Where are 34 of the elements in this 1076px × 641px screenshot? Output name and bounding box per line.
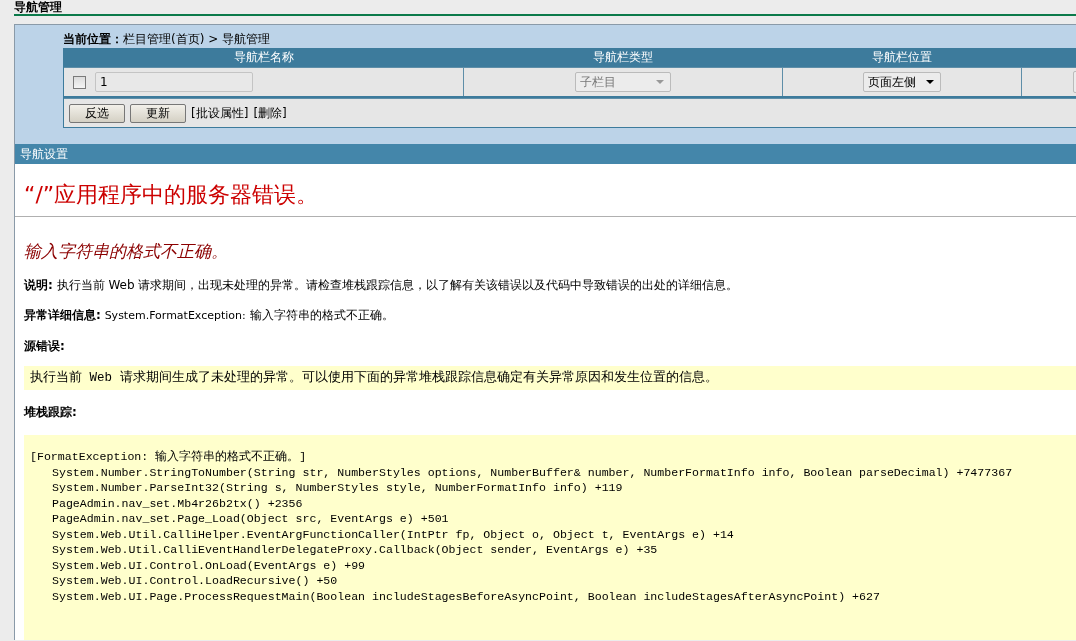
column-header: 导航栏名称 (233, 50, 294, 64)
action-button[interactable]: 反选 (69, 103, 125, 123)
action-link[interactable]: [批设属性] (191, 104, 249, 122)
name-input-field[interactable]: 1 (95, 72, 253, 92)
breadcrumb-label: 当前位置： (63, 32, 123, 46)
page-title: 导航管理 (14, 0, 62, 14)
exception-message: 输入字符串的格式不正确。 (249, 308, 394, 322)
source-error-label: 源错误: (24, 339, 65, 353)
stack-trace-label: 堆栈跟踪: (24, 405, 77, 419)
trace-line: System.Web.UI.Control.LoadRecursive() +50 (52, 574, 338, 587)
trace-line: System.Number.StringToNumber(String str, NumberStyles options, NumberBuffer& number, NumberFormatInfo info, Boolean parseDecimal) +7477367 (52, 465, 1013, 479)
column-header: 导航栏类型 (592, 50, 653, 64)
section-header: 导航设置 (15, 144, 1076, 164)
exception-type: System.FormatException: (104, 309, 246, 322)
trace-line: System.Web.Util.CalliHelper.EventArgFunctionCaller(IntPtr fp, Object o, Object t, EventArgs e) +14 (52, 527, 734, 541)
trace-heading: [FormatException: 输入字符串的格式不正确。] (30, 450, 307, 463)
trace-line: System.Web.UI.Control.OnLoad(EventArgs e) +99 (52, 558, 366, 572)
error-message: 输入字符串的格式不正确。 (24, 240, 229, 263)
position-dropdown[interactable]: 页面左侧 (862, 72, 941, 92)
trace-line: PageAdmin.nav_set.Mb4r26b2tx() +2356 (52, 496, 303, 510)
trace-line: System.Web.Util.CalliEventHandlerDelegateProxy.Callback(Object sender, EventArgs e) +35 (52, 543, 658, 556)
action-button[interactable]: 更新 (130, 103, 186, 123)
trace-line: System.Web.UI.Page.ProcessRequestMain(Boolean includeStagesBeforeAsyncPoint, Boolean includeStagesAfterAsyncPoint) +627 (52, 589, 880, 603)
breadcrumb-path: 栏目管理(首页) > 导航管理 (123, 32, 271, 46)
column-header: 导航栏位置 (871, 50, 932, 64)
trace-line: System.Number.ParseInt32(String s, NumberStyles style, NumberFormatInfo info) +119 (52, 481, 623, 494)
trace-line: PageAdmin.nav_set.Page_Load(Object src, EventArgs e) +501 (52, 512, 449, 525)
description-label: 说明: (24, 278, 53, 292)
action-link[interactable]: [删除] (253, 104, 287, 122)
error-title: “/”应用程序中的服务器错误。 (24, 181, 320, 209)
row-checkbox[interactable] (73, 75, 86, 89)
description-text: 执行当前 Web 请求期间，出现未处理的异常。请检查堆栈跟踪信息，以了解有关该错误以及代码中导致错误的出处的详细信息。 (56, 278, 739, 292)
details-label: 异常详细信息: (24, 308, 101, 322)
source-error-box: 执行当前 Web 请求期间生成了未处理的异常。可以使用下面的异常堆栈跟踪信息确定有关异常原因和发生位置的信息。 (24, 366, 1076, 390)
